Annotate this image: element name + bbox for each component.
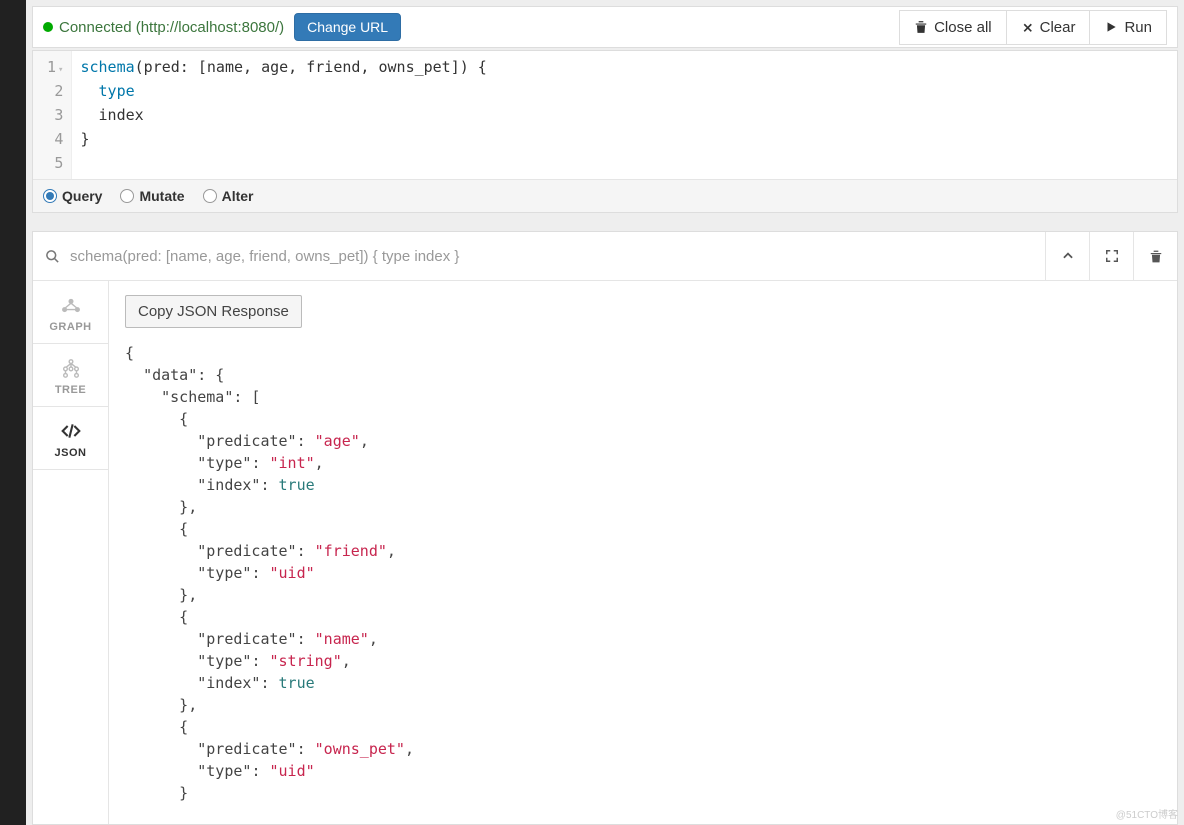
tree-icon: [33, 356, 108, 380]
result-tabs: GRAPH TREE JSON: [33, 281, 109, 824]
fullscreen-button[interactable]: [1089, 232, 1133, 280]
code-icon: [33, 419, 108, 443]
tab-tree[interactable]: TREE: [33, 344, 108, 407]
result-header: schema(pred: [name, age, friend, owns_pe…: [33, 232, 1177, 281]
mode-mutate[interactable]: Mutate: [120, 188, 184, 204]
status-dot-icon: [43, 22, 53, 32]
close-icon: [1021, 21, 1034, 34]
mode-alter[interactable]: Alter: [203, 188, 254, 204]
mode-query-label: Query: [62, 188, 102, 204]
json-content[interactable]: { "data": { "schema": [ { "predicate": "…: [125, 342, 1161, 804]
radio-icon: [43, 189, 57, 203]
radio-icon: [120, 189, 134, 203]
search-icon: [45, 249, 60, 264]
tab-graph-label: GRAPH: [33, 321, 108, 333]
connection-status: Connected (http://localhost:8080/): [59, 19, 284, 36]
mode-alter-label: Alter: [222, 188, 254, 204]
query-echo: schema(pred: [name, age, friend, owns_pe…: [70, 234, 1045, 279]
mode-mutate-label: Mutate: [139, 188, 184, 204]
mode-selector: Query Mutate Alter: [33, 179, 1177, 212]
close-all-label: Close all: [934, 19, 992, 36]
graph-icon: [33, 293, 108, 317]
tab-tree-label: TREE: [33, 384, 108, 396]
close-all-button[interactable]: Close all: [899, 10, 1006, 45]
tab-json-label: JSON: [33, 447, 108, 459]
run-label: Run: [1124, 19, 1152, 36]
connection-bar: Connected (http://localhost:8080/) Chang…: [32, 6, 1178, 48]
run-button[interactable]: Run: [1089, 10, 1167, 45]
trash-icon: [1149, 249, 1163, 264]
trash-icon: [914, 20, 928, 34]
copy-json-button[interactable]: Copy JSON Response: [125, 295, 302, 328]
clear-label: Clear: [1040, 19, 1076, 36]
radio-icon: [203, 189, 217, 203]
watermark: @51CTO博客: [1116, 806, 1178, 821]
delete-button[interactable]: [1133, 232, 1177, 280]
change-url-button[interactable]: Change URL: [294, 13, 401, 41]
result-panel: schema(pred: [name, age, friend, owns_pe…: [32, 231, 1178, 825]
code-editor[interactable]: 12345 schema(pred: [name, age, friend, o…: [33, 51, 1177, 179]
chevron-up-icon: [1061, 249, 1075, 263]
play-icon: [1104, 20, 1118, 34]
expand-icon: [1105, 249, 1119, 263]
tab-json[interactable]: JSON: [33, 407, 108, 470]
json-output: Copy JSON Response { "data": { "schema":…: [109, 281, 1177, 824]
clear-button[interactable]: Clear: [1006, 10, 1090, 45]
collapse-button[interactable]: [1045, 232, 1089, 280]
mode-query[interactable]: Query: [43, 188, 102, 204]
editor-panel: 12345 schema(pred: [name, age, friend, o…: [32, 50, 1178, 213]
tab-graph[interactable]: GRAPH: [33, 281, 108, 344]
